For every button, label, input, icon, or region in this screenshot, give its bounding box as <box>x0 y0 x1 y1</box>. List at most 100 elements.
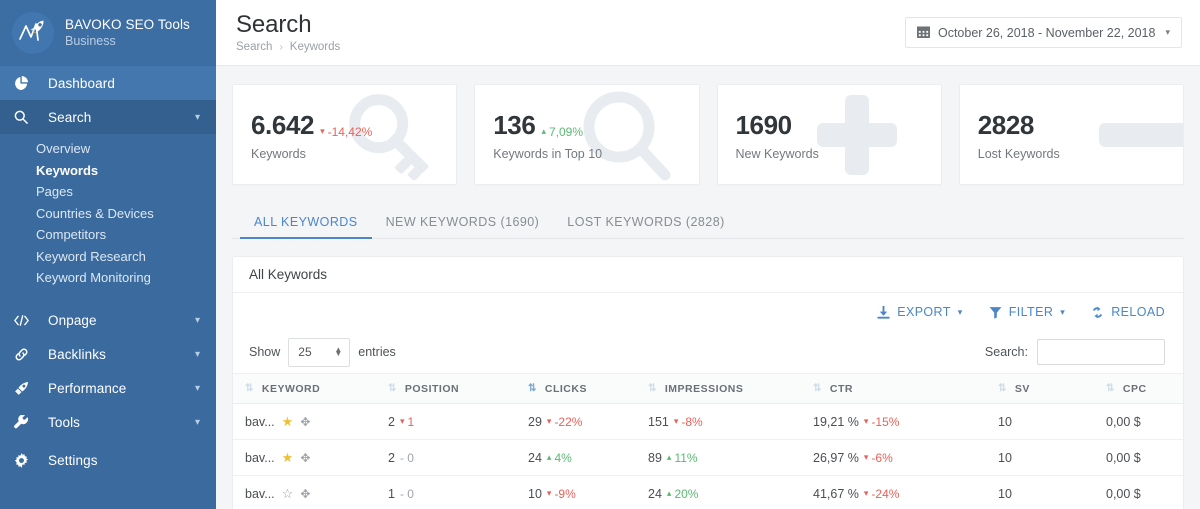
arrow-down-icon: ▾ <box>399 416 405 426</box>
position-value: 2 <box>388 450 395 465</box>
sidebar-subitem-keywords[interactable]: Keywords <box>0 160 216 182</box>
show-entries-group: Show 25 ▲ ▼ entries <box>249 337 396 367</box>
date-range-value: October 26, 2018 - November 22, 2018 <box>937 25 1156 40</box>
move-icon[interactable]: ✥ <box>300 452 310 464</box>
sidebar-subitem-countries-devices[interactable]: Countries & Devices <box>0 203 216 225</box>
star-filled-icon[interactable]: ★ <box>282 451 294 464</box>
gear-icon <box>14 453 38 468</box>
chevron-down-icon: ▾ <box>194 417 200 428</box>
export-button[interactable]: EXPORT ▾ <box>877 305 963 319</box>
sidebar-subitem-pages[interactable]: Pages <box>0 181 216 203</box>
keyword-tabs: ALL KEYWORDS NEW KEYWORDS (1690) LOST KE… <box>232 205 1184 239</box>
move-icon[interactable]: ✥ <box>300 416 310 428</box>
search-input[interactable] <box>1038 340 1164 364</box>
search-label: Search: <box>984 345 1028 359</box>
sidebar-subitem-competitors[interactable]: Competitors <box>0 224 216 246</box>
sort-icon: ⇅ <box>245 382 254 394</box>
column-header-keyword[interactable]: ⇅ KEYWORD <box>233 373 388 404</box>
position-delta: ▾ 1 <box>399 414 415 429</box>
ctr-delta: ▾ -24% <box>863 486 900 501</box>
tab-lost-keywords[interactable]: LOST KEYWORDS (2828) <box>553 215 738 238</box>
rocket-chart-logo <box>12 12 54 54</box>
refresh-icon <box>1091 306 1104 319</box>
cell-position: 1 - 0 <box>388 475 528 509</box>
cell-ctr: 41,67 % ▾ -24% <box>813 475 998 509</box>
sidebar-item-tools[interactable]: Tools ▾ <box>0 406 216 440</box>
impressions-value: 89 <box>648 450 662 465</box>
impressions-delta: ▾ -8% <box>673 414 703 429</box>
column-label: CLICKS <box>544 382 587 395</box>
column-header-ctr[interactable]: ⇅ CTR <box>813 373 998 404</box>
sidebar-item-dashboard[interactable]: Dashboard <box>0 66 216 100</box>
column-header-sv[interactable]: ⇅ SV <box>998 373 1106 404</box>
reload-button[interactable]: RELOAD <box>1091 305 1165 319</box>
pie-chart-icon <box>14 76 38 90</box>
cell-sv: 10 <box>998 403 1106 440</box>
table-row[interactable]: bav... ★ ✥ 2 - 0 24 ▴ 4% 89 ▴ 11% 26,97 … <box>233 439 1183 476</box>
keyword-text: bav... <box>245 414 275 429</box>
entries-per-page-select[interactable]: 25 ▲ ▼ <box>288 337 351 367</box>
sidebar-item-settings[interactable]: Settings <box>0 444 216 478</box>
arrow-down-icon: ▾ <box>320 126 325 136</box>
stat-card-keywords: 6.642 ▾ -14,42% Keywords <box>232 84 458 185</box>
date-range-picker[interactable]: October 26, 2018 - November 22, 2018 ▾ <box>904 17 1182 48</box>
column-header-impressions[interactable]: ⇅ IMPRESSIONS <box>648 373 813 404</box>
column-label: KEYWORD <box>261 382 321 395</box>
sidebar-subitem-keyword-research[interactable]: Keyword Research <box>0 246 216 268</box>
sort-icon-active: ⇅ <box>528 382 537 394</box>
clicks-value: 29 <box>528 414 542 429</box>
star-filled-icon[interactable]: ★ <box>282 415 294 428</box>
sidebar-item-backlinks[interactable]: Backlinks ▾ <box>0 338 216 372</box>
stat-delta: ▴ 7,09% <box>541 125 583 139</box>
sidebar-nav: Dashboard Search ▾ Overview Keywords Pag… <box>0 66 216 478</box>
sidebar-subitem-keyword-monitoring[interactable]: Keyword Monitoring <box>0 267 216 289</box>
entries-label: entries <box>358 345 396 359</box>
column-header-cpc[interactable]: ⇅ CPC <box>1106 373 1183 404</box>
column-label: CTR <box>829 382 853 395</box>
tab-all-keywords[interactable]: ALL KEYWORDS <box>240 215 372 239</box>
ctr-value: 19,21 % <box>813 414 859 429</box>
tab-new-keywords[interactable]: NEW KEYWORDS (1690) <box>372 215 554 238</box>
column-header-position[interactable]: ⇅ POSITION <box>388 373 528 404</box>
column-label: IMPRESSIONS <box>664 382 744 395</box>
arrow-up-icon: ▴ <box>666 452 672 462</box>
stat-delta-value: -14,42% <box>327 124 373 139</box>
arrow-down-icon: ▾ <box>673 416 679 426</box>
stat-label: Keywords <box>251 147 306 161</box>
sidebar-item-label: Dashboard <box>48 75 115 91</box>
sidebar-item-label: Tools <box>48 415 81 430</box>
column-header-clicks[interactable]: ⇅ CLICKS <box>528 373 648 404</box>
arrow-up-icon: ▴ <box>541 126 546 136</box>
funnel-icon <box>989 306 1002 319</box>
sidebar-item-onpage[interactable]: Onpage ▾ <box>0 304 216 338</box>
sidebar-item-label: Settings <box>48 453 98 468</box>
sidebar-item-performance[interactable]: Performance ▾ <box>0 372 216 406</box>
top-bar: Search Search › Keywords October 26, 201… <box>216 0 1200 66</box>
filter-button[interactable]: FILTER ▾ <box>989 305 1065 319</box>
sort-icon: ⇅ <box>813 382 822 394</box>
table-row[interactable]: bav... ☆ ✥ 1 - 0 10 ▾ -9% 24 ▴ 20% 41,67… <box>233 475 1183 509</box>
breadcrumb-separator: › <box>279 41 283 53</box>
sidebar-subitem-overview[interactable]: Overview <box>0 138 216 160</box>
sidebar-item-label: Backlinks <box>48 347 106 362</box>
ctr-value: 41,67 % <box>813 486 859 501</box>
sidebar-item-search[interactable]: Search ▾ <box>0 100 216 134</box>
filter-label: FILTER <box>1008 305 1054 319</box>
table-header-row: ⇅ KEYWORD ⇅ POSITION ⇅ CLICKS ⇅ IMPRESSI… <box>233 373 1183 404</box>
cell-cpc: 0,00 $ <box>1106 475 1183 509</box>
move-icon[interactable]: ✥ <box>300 488 310 500</box>
arrow-down-icon: ▾ <box>863 416 869 426</box>
keyword-text: bav... <box>245 450 275 465</box>
cell-clicks: 24 ▴ 4% <box>528 439 648 476</box>
breadcrumb-item-keywords: Keywords <box>289 41 341 54</box>
breadcrumb-item-search[interactable]: Search <box>236 41 272 53</box>
search-input-wrap[interactable] <box>1037 339 1165 365</box>
ctr-value: 26,97 % <box>813 450 859 465</box>
arrow-up-icon: ▴ <box>546 452 552 462</box>
stat-card-new-keywords: 1690 New Keywords <box>716 84 942 185</box>
brand[interactable]: BAVOKO SEO Tools Business <box>0 0 216 66</box>
table-row[interactable]: bav... ★ ✥ 2 ▾ 1 29 ▾ -22% 151 ▾ -8% 19,… <box>233 403 1183 440</box>
wrench-icon <box>14 415 38 430</box>
ctr-delta: ▾ -6% <box>863 450 893 465</box>
star-outline-icon[interactable]: ☆ <box>282 487 294 500</box>
